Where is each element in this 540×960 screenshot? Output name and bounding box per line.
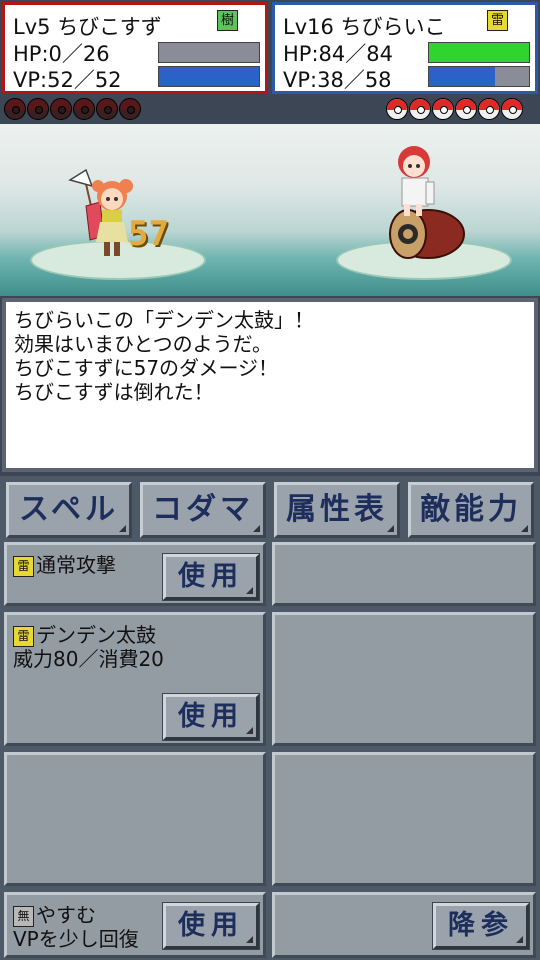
thunder-element-icon: 雷 [13,626,34,647]
party-ball-icon [4,98,26,120]
party-ball-icon [455,98,477,120]
move-detail: 威力80／消費20 [13,647,164,671]
message-line: ちびこすずは倒れた！ [14,380,214,404]
empty-slot [272,542,536,606]
tab-enemy-ability[interactable]: 敵能力 [408,482,534,538]
rest-detail: VPを少し回復 [13,927,139,951]
move-name: 通常攻撃 [36,553,116,577]
message-line: ちびらいこの「デンデン太鼓」！ [14,308,314,332]
tab-kodama[interactable]: コダマ [140,482,266,538]
player-vp-bar [158,66,260,87]
thunder-element-icon: 雷 [13,556,34,577]
tab-spell[interactable]: スペル [6,482,132,538]
party-ball-icon [119,98,141,120]
move-name: デンデン太鼓 [36,623,156,647]
rest-name-row: 無やすむ [13,903,139,927]
battle-field: 57 [0,124,540,296]
enemy-hp-fill [429,43,529,62]
enemy-level: Lv16 [283,15,334,39]
party-ball-icon [409,98,431,120]
party-ball-icon [27,98,49,120]
message-line: 効果はいまひとつのようだ。 [14,332,272,356]
enemy-name-line: Lv16 ちびらいこ [283,11,446,41]
enemy-vp-bar [428,66,530,87]
player-element-icon: 樹 [217,10,238,31]
enemy-sprite [389,146,465,259]
enemy-vp-fill [429,67,495,86]
move-name-row: 雷通常攻撃 [13,553,116,577]
enemy-party-balls [386,98,523,120]
move-name-row: 雷デンデン太鼓 [13,623,164,647]
player-hp-bar [158,42,260,63]
enemy-status-panel: Lv16 ちびらいこ 雷 HP:84／84 VP:38／58 [272,2,538,94]
surrender-slot: 降参 [272,892,536,958]
party-ball-icon [73,98,95,120]
enemy-hp-bar [428,42,530,63]
move-slot-denden-drum: 雷デンデン太鼓 威力80／消費20 使用 [4,612,266,746]
empty-slot [4,752,266,886]
party-ball-icon [50,98,72,120]
neutral-element-icon: 無 [13,906,34,927]
player-status-panel: Lv5 ちびこすず 樹 HP:0／26 VP:52／52 [2,2,268,94]
player-party-balls [4,98,141,120]
player-vp-fill [159,67,259,86]
party-ball-icon [478,98,500,120]
use-button-denden-drum[interactable]: 使用 [163,694,259,740]
use-button-rest[interactable]: 使用 [163,903,259,949]
surrender-button[interactable]: 降参 [433,903,529,949]
damage-number: 57 [128,214,169,254]
enemy-vp-text: VP:38／58 [283,68,392,92]
player-name-line: Lv5 ちびこすず [13,11,162,41]
message-line: ちびこすずに57のダメージ！ [14,356,279,380]
player-level: Lv5 [13,15,51,39]
party-ball-icon [96,98,118,120]
command-menu: スペル コダマ 属性表 敵能力 雷通常攻撃 使用 雷デンデン太鼓 威力80／消費… [0,476,540,960]
party-ball-icon [432,98,454,120]
rest-text: 無やすむ VPを少し回復 [13,903,139,951]
empty-slot [272,612,536,746]
party-ball-icon [501,98,523,120]
enemy-element-icon: 雷 [487,10,508,31]
party-ball-icon [386,98,408,120]
rest-name: やすむ [36,903,96,927]
enemy-name: ちびらいこ [340,15,446,39]
use-button-normal-attack[interactable]: 使用 [163,554,259,600]
rest-slot: 無やすむ VPを少し回復 使用 [4,892,266,958]
move-text: 雷デンデン太鼓 威力80／消費20 [13,623,164,671]
player-vp-text: VP:52／52 [13,68,122,92]
tab-attribute-chart[interactable]: 属性表 [274,482,400,538]
battle-message-box: ちびらいこの「デンデン太鼓」！ 効果はいまひとつのようだ。 ちびこすずに57のダ… [2,298,538,472]
empty-slot [272,752,536,886]
move-slot-normal-attack: 雷通常攻撃 使用 [4,542,266,606]
player-name: ちびこすず [57,15,162,39]
